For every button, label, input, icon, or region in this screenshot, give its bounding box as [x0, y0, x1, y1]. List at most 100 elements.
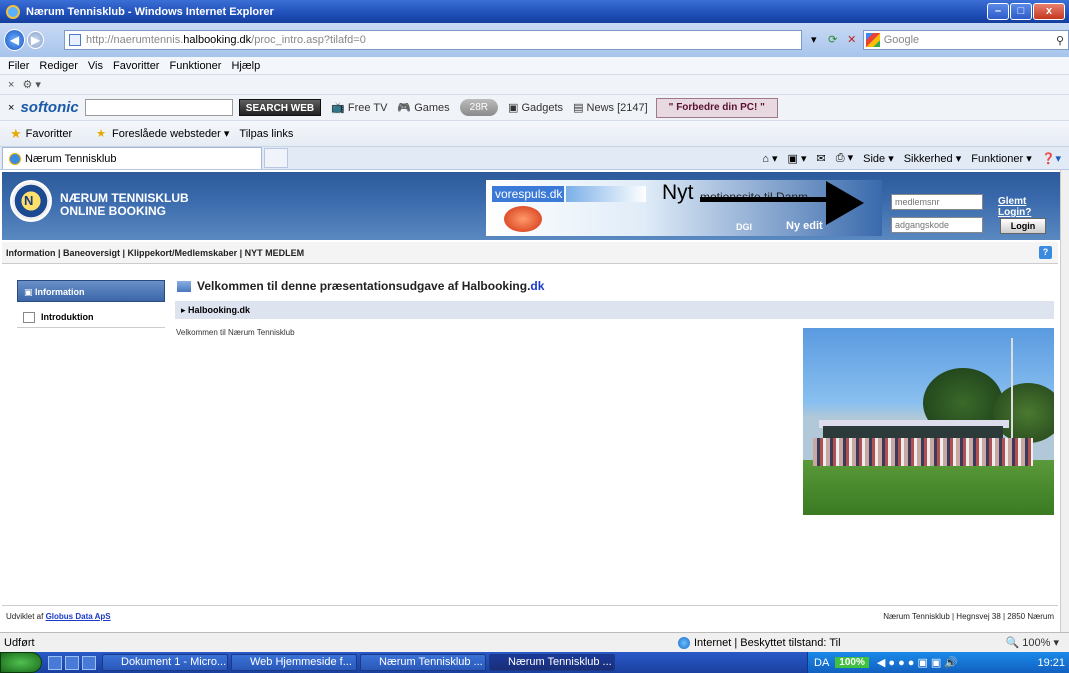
search-placeholder: Google [883, 34, 920, 46]
battery-indicator[interactable]: 100% [835, 657, 869, 668]
favorites-button[interactable]: Favoritter [26, 128, 72, 140]
toolbar-search-input[interactable] [84, 99, 233, 116]
search-web-button[interactable]: SEARCH WEB [238, 99, 322, 116]
tab-naerum[interactable]: Nærum Tennisklub [2, 147, 262, 169]
sidebar-item-information[interactable]: ▣ Information [17, 280, 165, 302]
media-icon[interactable] [82, 655, 96, 670]
bullet-icon: ▸ [181, 305, 189, 315]
vertical-scrollbar[interactable] [1060, 170, 1069, 632]
home-icon[interactable]: ⌂ ▾ [762, 152, 777, 165]
member-number-input[interactable] [891, 194, 983, 210]
search-icon[interactable]: ⚲ [1056, 34, 1064, 47]
url-tools: ▾ ⟳ ✕ [806, 32, 863, 48]
news-label: News [2147] [586, 102, 648, 114]
improve-pc-button[interactable]: " Forbedre din PC! " [655, 97, 778, 118]
menu-vis[interactable]: Vis [88, 60, 103, 72]
safety-menu[interactable]: Sikkerhed ▾ [904, 152, 962, 165]
task-naerum-1[interactable]: Nærum Tennisklub ... [360, 654, 486, 671]
page-menu[interactable]: Side ▾ [863, 152, 894, 165]
dropdown-icon[interactable]: ▾ [806, 32, 822, 48]
softonic-logo[interactable]: softonic [20, 99, 78, 116]
page-icon [69, 34, 82, 46]
url-domain: halbooking.dk [183, 34, 252, 46]
subnav-links[interactable]: Information | Baneoversigt | Klippekort/… [6, 248, 304, 258]
maximize-button[interactable]: □ [1010, 3, 1032, 20]
lawn [803, 460, 1054, 515]
globus-link[interactable]: Globus Data ApS [46, 612, 111, 621]
tab-bar: Nærum Tennisklub ⌂ ▾ ▣ ▾ ✉ ⎙ ▾ Side ▾ Si… [0, 147, 1069, 170]
sidebar-item-introduktion[interactable]: Introduktion [17, 306, 165, 328]
browser-window: Nærum Tennisklub - Windows Internet Expl… [0, 0, 1069, 673]
menu-favoritter[interactable]: Favoritter [113, 60, 159, 72]
page-title: Velkommen til denne præsentationsudgave … [177, 279, 544, 293]
free-tv-button[interactable]: 📺 Free TV [331, 101, 387, 114]
section-title: Halbooking.dk [188, 305, 251, 315]
tab-label: Nærum Tennisklub [25, 152, 117, 165]
ie-icon [9, 152, 21, 165]
tools-menu[interactable]: Funktioner ▾ [971, 152, 1032, 165]
url-input[interactable]: http://naerumtennis. halbooking.dk/proc_i… [64, 30, 802, 50]
feeds-icon[interactable]: ▣ ▾ [788, 152, 807, 165]
forward-button[interactable]: ▶ [26, 31, 45, 49]
softonic-toolbar: × softonic SEARCH WEB 📺 Free TV 🎮 Games … [0, 95, 1069, 121]
back-button[interactable]: ◀ [4, 29, 25, 51]
suggested-sites-link[interactable]: Foreslåede websteder ▾ [112, 127, 229, 140]
zoom-value: 100% [1022, 637, 1051, 649]
web-page: N NÆRUM TENNISKLUB ONLINE BOOKING voresp… [0, 170, 1060, 632]
sidebar-introduktion-label: Introduktion [41, 312, 94, 322]
mail-icon[interactable]: ✉ [817, 152, 826, 165]
add-favorite-icon[interactable]: ★ [96, 127, 106, 140]
brand-line2: ONLINE BOOKING [60, 204, 167, 218]
minimize-button[interactable]: – [987, 3, 1009, 20]
gadgets-label: Gadgets [521, 102, 564, 114]
arrow-head-icon [826, 181, 864, 225]
club-logo[interactable]: N [10, 180, 52, 222]
help-icon[interactable]: ❓▾ [1042, 152, 1061, 165]
menu-hjaelp[interactable]: Hjælp [231, 60, 260, 72]
games-button[interactable]: 🎮 Games [397, 101, 449, 114]
address-bar: ◀ ▶ http://naerumtennis. halbooking.dk/pr… [0, 23, 1069, 57]
ad-banner[interactable]: vorespuls.dk Nyt motionssite til Danm DG… [486, 180, 882, 236]
zoom-level[interactable]: 🔍 100% ▾ [1006, 636, 1059, 649]
language-indicator[interactable]: DA [814, 657, 829, 669]
player-pill[interactable]: 28R [459, 99, 499, 116]
site-subnav: Information | Baneoversigt | Klippekort/… [2, 242, 1058, 264]
free-tv-label: Free TV [347, 102, 388, 114]
task-word[interactable]: Dokument 1 - Micro... [102, 654, 228, 671]
tray-icons[interactable]: ◀ ● ● ● ▣ ▣ 🔊 [877, 656, 958, 669]
menu-filer[interactable]: Filer [8, 60, 29, 72]
refresh-icon[interactable]: ⟳ [825, 32, 841, 48]
search-input[interactable]: Google ⚲ [862, 30, 1069, 50]
desktop-icon[interactable] [48, 655, 62, 670]
login-button[interactable]: Login [1000, 218, 1046, 234]
new-tab-button[interactable] [264, 148, 288, 168]
news-button[interactable]: ▤ News [2147] [573, 101, 648, 114]
forgot-login-link[interactable]: Glemt Login? [998, 196, 1060, 218]
welcome-text: Velkommen til denne præsentationsudgave … [197, 279, 531, 293]
close-toolbar-icon[interactable]: × [8, 102, 14, 114]
intro-text: Velkommen til Nærum Tennisklub [176, 328, 295, 337]
gadgets-button[interactable]: ▣ Gadgets [508, 101, 563, 114]
start-button[interactable] [0, 652, 42, 673]
security-zone[interactable]: Internet | Beskyttet tilstand: Til [678, 636, 841, 649]
status-text: Udført [4, 636, 35, 649]
ie-launch-icon[interactable] [65, 655, 79, 670]
close-button[interactable]: x [1033, 3, 1065, 20]
custom-links-link[interactable]: Tilpas links [239, 128, 293, 140]
task-naerum-2[interactable]: Nærum Tennisklub ... [489, 654, 615, 671]
menu-rediger[interactable]: Rediger [39, 60, 78, 72]
help-icon[interactable]: ? [1039, 246, 1052, 259]
task-web[interactable]: Web Hjemmeside f... [231, 654, 357, 671]
menu-funktioner[interactable]: Funktioner [169, 60, 221, 72]
star-icon: ★ [10, 125, 22, 141]
password-input[interactable] [891, 217, 983, 233]
sidebar-information-label: Information [35, 287, 85, 297]
google-icon [865, 33, 880, 47]
toolbar-settings-icon[interactable]: ⚙ ▾ [22, 78, 40, 91]
print-icon[interactable]: ⎙ ▾ [836, 151, 853, 165]
stop-icon[interactable]: ✕ [844, 32, 860, 48]
window-icon [177, 281, 191, 293]
close-toolbar-icon[interactable]: × [8, 79, 14, 91]
ie-icon [6, 4, 20, 19]
clock[interactable]: 19:21 [1037, 657, 1065, 669]
